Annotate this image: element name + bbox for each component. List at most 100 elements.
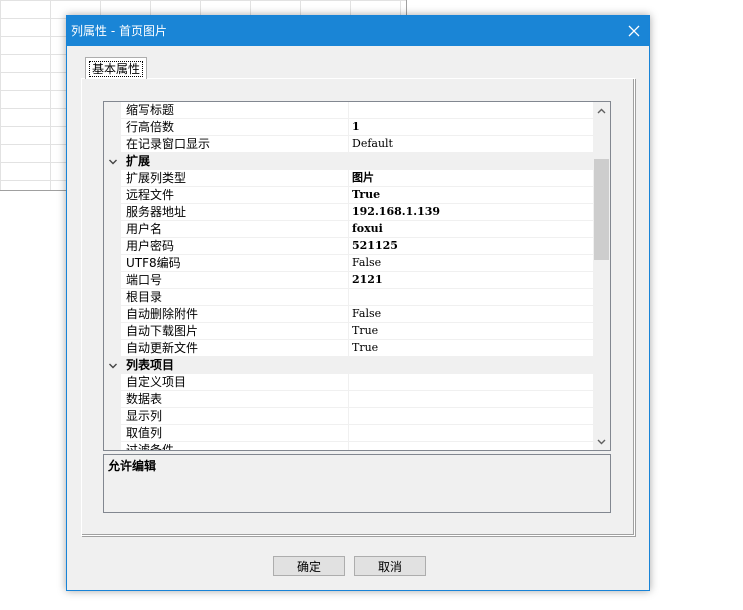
property-grid-rows: 缩写标题 行高倍数 1 在记录窗口显示 Default 扩展 扩展列类型 图片 远程文件 True… (104, 102, 594, 450)
description-title: 允许编辑 (108, 459, 157, 473)
row-gutter (104, 323, 121, 340)
property-name: 在记录窗口显示 (126, 136, 349, 152)
tab-label: 基本属性 (88, 60, 143, 77)
property-row[interactable]: 行高倍数 1 (104, 119, 594, 136)
property-row[interactable]: 端口号 2121 (104, 272, 594, 289)
row-gutter (104, 136, 121, 153)
category-row[interactable]: 列表项目 (104, 357, 594, 374)
property-row[interactable]: 数据表 (104, 391, 594, 408)
property-value[interactable]: 图片 (352, 170, 592, 186)
scrollbar-thumb[interactable] (594, 159, 609, 260)
row-gutter (104, 374, 121, 391)
property-row[interactable]: 服务器地址 192.168.1.139 (104, 204, 594, 221)
property-value[interactable]: False (352, 255, 592, 271)
property-name: 根目录 (126, 289, 349, 305)
property-row[interactable]: 自定义项目 (104, 374, 594, 391)
row-gutter (104, 170, 121, 187)
chevron-up-icon (597, 108, 606, 113)
vertical-scrollbar[interactable] (593, 102, 610, 450)
row-gutter (104, 442, 121, 450)
property-name: 自动下载图片 (126, 323, 349, 339)
row-gutter (104, 221, 121, 238)
property-name: 缩写标题 (126, 102, 349, 118)
property-name: 自定义项目 (126, 374, 349, 390)
chevron-down-icon[interactable] (108, 360, 118, 370)
property-value[interactable] (352, 374, 592, 390)
row-gutter (104, 272, 121, 289)
property-row[interactable]: 扩展列类型 图片 (104, 170, 594, 187)
property-name: 过滤条件 (126, 442, 349, 450)
property-value[interactable]: 192.168.1.139 (352, 204, 592, 220)
property-name: 服务器地址 (126, 204, 349, 220)
property-value[interactable]: True (352, 340, 592, 356)
chevron-down-icon[interactable] (108, 156, 118, 166)
tab-basic-properties[interactable]: 基本属性 (85, 57, 147, 79)
property-name: 远程文件 (126, 187, 349, 203)
row-gutter (104, 204, 121, 221)
property-value[interactable]: 1 (352, 119, 592, 135)
close-button[interactable] (619, 16, 649, 46)
property-value[interactable] (352, 102, 592, 118)
property-value[interactable] (352, 391, 592, 407)
property-name: UTF8编码 (126, 255, 349, 271)
property-row[interactable]: 过滤条件 (104, 442, 594, 450)
property-row[interactable]: 用户密码 521125 (104, 238, 594, 255)
category-name: 扩展 (126, 154, 151, 168)
property-value[interactable]: Default (352, 136, 592, 152)
dialog-titlebar[interactable]: 列属性 - 首页图片 (67, 16, 649, 46)
property-row[interactable]: 自动更新文件 True (104, 340, 594, 357)
property-row[interactable]: 缩写标题 (104, 102, 594, 119)
property-value[interactable] (352, 289, 592, 305)
property-name: 显示列 (126, 408, 349, 424)
row-gutter (104, 238, 121, 255)
property-name: 行高倍数 (126, 119, 349, 135)
property-value[interactable]: False (352, 306, 592, 322)
chevron-down-icon (597, 439, 606, 444)
property-row[interactable]: 显示列 (104, 408, 594, 425)
category-name: 列表项目 (126, 358, 175, 372)
property-name: 取值列 (126, 425, 349, 441)
property-name: 扩展列类型 (126, 170, 349, 186)
category-row[interactable]: 扩展 (104, 153, 594, 170)
property-value[interactable]: foxui (352, 221, 592, 237)
close-icon (628, 25, 640, 37)
column-properties-dialog: 列属性 - 首页图片 基本属性 缩写标题 行高倍数 1 在记录窗口显示 Default 扩… (66, 15, 650, 591)
cancel-button[interactable]: 取消 (354, 556, 426, 576)
property-row[interactable]: 取值列 (104, 425, 594, 442)
property-name: 自动更新文件 (126, 340, 349, 356)
row-gutter (104, 306, 121, 323)
property-value[interactable]: 521125 (352, 238, 592, 254)
row-gutter (104, 425, 121, 442)
property-row[interactable]: 在记录窗口显示 Default (104, 136, 594, 153)
dialog-title: 列属性 - 首页图片 (71, 24, 167, 38)
row-gutter (104, 119, 121, 136)
property-row[interactable]: UTF8编码 False (104, 255, 594, 272)
property-row[interactable]: 自动下载图片 True (104, 323, 594, 340)
property-value[interactable]: True (352, 187, 592, 203)
property-name: 自动删除附件 (126, 306, 349, 322)
property-value[interactable]: True (352, 323, 592, 339)
property-name: 端口号 (126, 272, 349, 288)
property-name: 数据表 (126, 391, 349, 407)
scroll-up-button[interactable] (593, 102, 610, 119)
property-value[interactable] (352, 425, 592, 441)
property-grid: 缩写标题 行高倍数 1 在记录窗口显示 Default 扩展 扩展列类型 图片 远程文件 True… (103, 101, 611, 451)
property-value[interactable] (352, 408, 592, 424)
row-gutter (104, 408, 121, 425)
property-value[interactable] (352, 442, 592, 450)
property-name: 用户密码 (126, 238, 349, 254)
property-row[interactable]: 根目录 (104, 289, 594, 306)
ok-button[interactable]: 确定 (273, 556, 345, 576)
row-gutter (104, 102, 121, 119)
row-gutter (104, 187, 121, 204)
scroll-down-button[interactable] (593, 433, 610, 450)
property-row[interactable]: 用户名 foxui (104, 221, 594, 238)
row-gutter (104, 340, 121, 357)
property-row[interactable]: 自动删除附件 False (104, 306, 594, 323)
property-row[interactable]: 远程文件 True (104, 187, 594, 204)
row-gutter (104, 289, 121, 306)
property-value[interactable]: 2121 (352, 272, 592, 288)
property-name: 用户名 (126, 221, 349, 237)
description-panel: 允许编辑 (103, 454, 611, 513)
row-gutter (104, 391, 121, 408)
